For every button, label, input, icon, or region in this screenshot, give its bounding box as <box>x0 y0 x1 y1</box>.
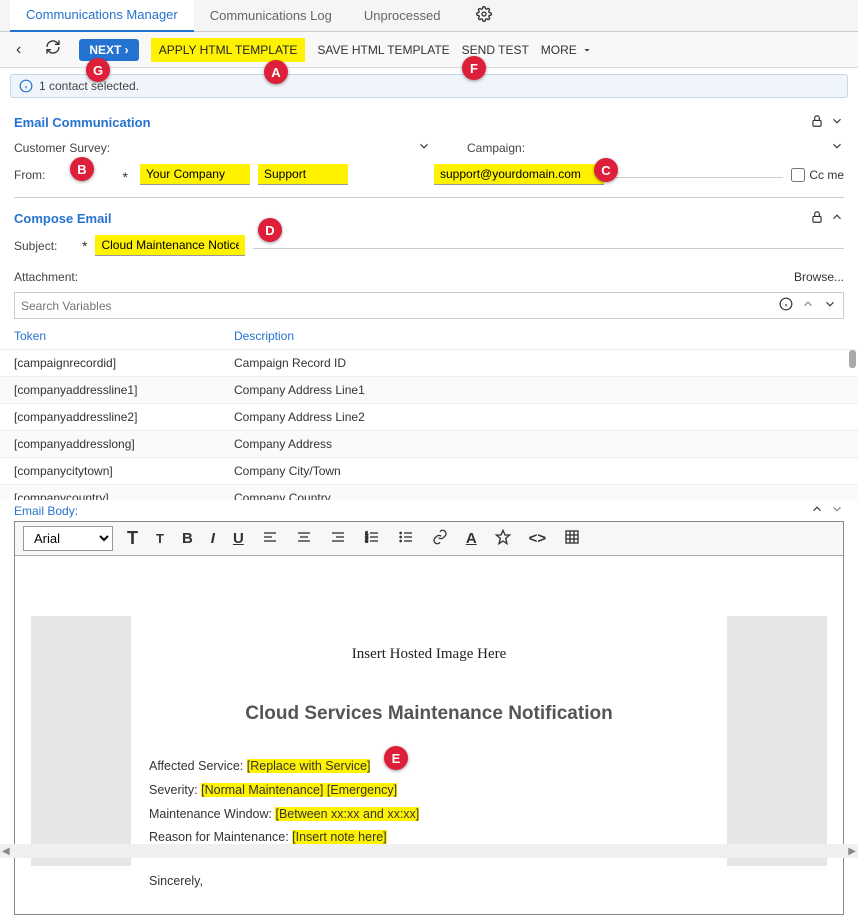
bold-icon[interactable]: B <box>178 528 197 549</box>
save-html-template-button[interactable]: SAVE HTML TEMPLATE <box>317 43 449 57</box>
align-right-icon[interactable] <box>326 527 350 551</box>
lock-icon[interactable] <box>810 210 824 227</box>
info-text: 1 contact selected. <box>39 79 139 93</box>
scrollbar-thumb[interactable] <box>849 350 856 368</box>
tabs-bar: Communications Manager Communications Lo… <box>0 0 858 32</box>
email-body-label: Email Body: <box>14 504 78 518</box>
table-row[interactable]: [companycitytown]Company City/Town <box>0 458 858 485</box>
highlight-icon[interactable] <box>491 527 515 551</box>
annotation-marker-G: G <box>86 58 110 82</box>
scroll-right-icon[interactable]: ▶ <box>848 846 856 857</box>
chevron-down-icon[interactable] <box>830 114 844 131</box>
email-heading: Cloud Services Maintenance Notification <box>15 703 843 725</box>
next-button[interactable]: NEXT › <box>79 39 138 61</box>
italic-icon[interactable]: I <box>207 528 219 549</box>
tab-unprocessed[interactable]: Unprocessed <box>348 0 457 31</box>
tab-communications-log[interactable]: Communications Log <box>194 0 348 31</box>
info-icon <box>19 79 33 93</box>
editor-toolbar: Arial T T B I U 123 A <> <box>15 522 843 556</box>
table-row[interactable]: [campaignrecordid]Campaign Record ID <box>0 350 858 377</box>
annotation-marker-D: D <box>258 218 282 242</box>
field-value: [Replace with Service] <box>247 759 371 773</box>
info-bar: 1 contact selected. <box>10 74 848 98</box>
search-variables-input[interactable] <box>21 299 779 313</box>
chevron-down-icon[interactable] <box>830 502 844 519</box>
text-color-icon[interactable]: A <box>462 528 481 549</box>
compose-title: Compose Email <box>14 211 112 226</box>
refresh-button[interactable] <box>39 37 67 62</box>
section-title: Email Communication <box>14 115 151 130</box>
field-label: Affected Service: <box>149 759 243 773</box>
field-value: [Insert note here] <box>292 830 387 844</box>
svg-text:3: 3 <box>365 538 368 543</box>
tab-communications-manager[interactable]: Communications Manager <box>10 0 194 32</box>
survey-dropdown[interactable] <box>417 139 431 156</box>
chevron-down-icon[interactable] <box>823 297 837 314</box>
annotation-marker-C: C <box>594 158 618 182</box>
table-row[interactable]: [companyaddresslong]Company Address <box>0 431 858 458</box>
layout-gray-right <box>727 616 827 866</box>
table-icon[interactable] <box>560 527 584 551</box>
field-value: [Normal Maintenance] [Emergency] <box>201 783 397 797</box>
attachment-label: Attachment: <box>14 270 78 284</box>
table-row[interactable]: [companycountry]Company Country <box>0 485 858 500</box>
image-placeholder: Insert Hosted Image Here <box>15 646 843 663</box>
field-label: Reason for Maintenance: <box>149 830 289 844</box>
info-icon[interactable] <box>779 297 793 314</box>
chevron-up-icon[interactable] <box>801 297 815 314</box>
compose-email-section: Compose Email Subject: * <box>0 200 858 266</box>
font-size-large-icon[interactable]: T <box>123 526 142 551</box>
layout-gray-left <box>31 616 131 866</box>
font-select[interactable]: Arial <box>23 526 113 551</box>
field-label: Maintenance Window: <box>149 807 272 821</box>
gear-icon[interactable] <box>476 6 492 25</box>
chevron-up-icon[interactable] <box>810 502 824 519</box>
editor-content[interactable]: Insert Hosted Image Here Cloud Services … <box>15 556 843 914</box>
annotation-marker-B: B <box>70 157 94 181</box>
underline-icon[interactable]: U <box>229 528 248 549</box>
from-company-input[interactable] <box>140 164 250 185</box>
ordered-list-icon[interactable]: 123 <box>360 527 384 551</box>
unordered-list-icon[interactable] <box>394 527 418 551</box>
table-row[interactable]: [companyaddressline1]Company Address Lin… <box>0 377 858 404</box>
scroll-left-icon[interactable]: ◀ <box>2 846 10 857</box>
annotation-marker-A: A <box>264 60 288 84</box>
action-toolbar: ‹ NEXT › APPLY HTML TEMPLATE SAVE HTML T… <box>0 32 858 68</box>
align-center-icon[interactable] <box>292 527 316 551</box>
subject-input[interactable] <box>95 235 245 256</box>
font-size-small-icon[interactable]: T <box>152 529 168 548</box>
horizontal-scrollbar[interactable]: ◀ ▶ <box>0 844 858 858</box>
email-communication-section: Email Communication Customer Survey: Cam… <box>0 104 858 195</box>
browse-button[interactable]: Browse... <box>794 270 844 284</box>
back-button[interactable]: ‹ <box>10 39 27 61</box>
lock-icon[interactable] <box>810 114 824 131</box>
align-left-icon[interactable] <box>258 527 282 551</box>
campaign-dropdown[interactable] <box>830 139 844 156</box>
more-button[interactable]: MORE <box>541 43 593 57</box>
cc-me-checkbox[interactable]: Cc me <box>791 168 844 182</box>
link-icon[interactable] <box>428 527 452 551</box>
field-value: [Between xx:xx and xx:xx] <box>275 807 419 821</box>
table-row[interactable]: [companyaddressline2]Company Address Lin… <box>0 404 858 431</box>
chevron-up-icon[interactable] <box>830 210 844 227</box>
variables-table-header: Token Description <box>0 323 858 350</box>
from-dept-input[interactable] <box>258 164 348 185</box>
survey-label: Customer Survey: <box>14 141 114 155</box>
apply-html-template-button[interactable]: APPLY HTML TEMPLATE <box>151 38 306 62</box>
annotation-marker-F: F <box>462 56 486 80</box>
search-variables-bar <box>14 292 844 319</box>
code-icon[interactable]: <> <box>525 528 551 549</box>
send-test-button[interactable]: SEND TEST <box>462 43 529 57</box>
field-label: Severity: <box>149 783 198 797</box>
from-label: From:* <box>14 168 114 182</box>
signature: Sincerely, <box>149 870 709 894</box>
variables-table-body: [campaignrecordid]Campaign Record ID [co… <box>0 350 858 500</box>
annotation-marker-E: E <box>384 746 408 770</box>
subject-label: Subject: <box>14 239 74 253</box>
campaign-label: Campaign: <box>467 141 527 155</box>
from-email-input[interactable] <box>434 164 604 185</box>
